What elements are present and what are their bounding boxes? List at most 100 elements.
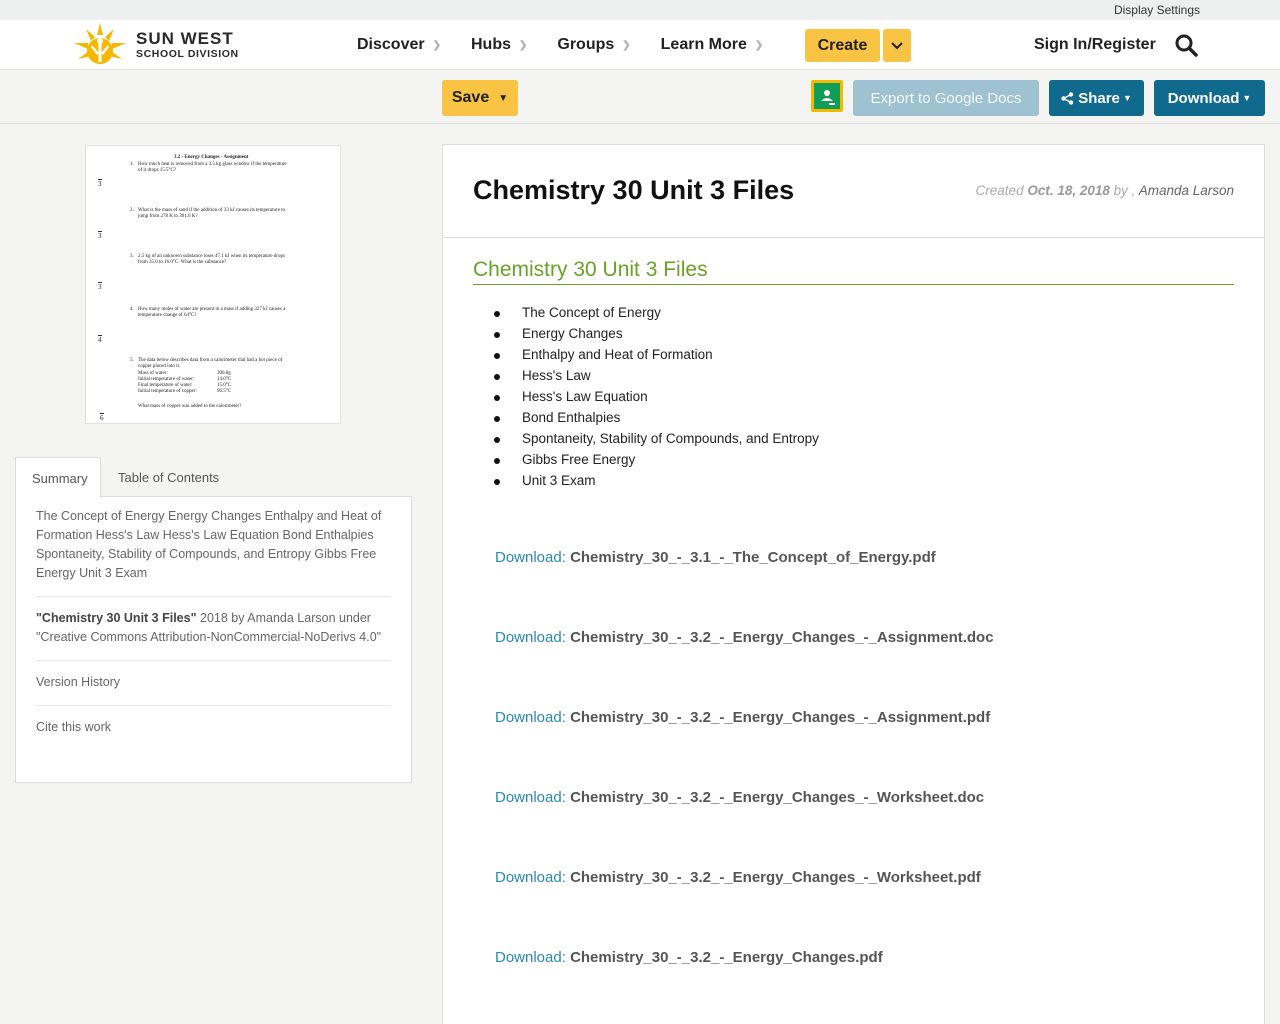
main-navbar: SUN WEST SCHOOL DIVISION Discover ❯ Hubs… — [0, 20, 1280, 70]
created-prefix: Created — [975, 183, 1024, 198]
thumb-q-num: 3. — [130, 254, 134, 259]
author-link[interactable]: Amanda Larson — [1139, 183, 1234, 198]
cite-this-work-link[interactable]: Cite this work — [36, 718, 391, 750]
version-history-link[interactable]: Version History — [36, 673, 391, 706]
nav-label: Hubs — [470, 36, 511, 53]
thumb-q-text: temperature change of 64°C? — [138, 313, 197, 318]
brand-name: SUN WEST — [136, 29, 234, 49]
nav-label: Discover — [357, 36, 425, 53]
download-row: Download: Chemistry_30_-_3.2_-_Energy_Ch… — [495, 709, 990, 726]
created-meta: Created Oct. 18, 2018 by , Amanda Larson — [976, 183, 1234, 198]
chevron-down-icon: ❯ — [518, 39, 528, 51]
display-settings-link[interactable]: Display Settings — [1114, 3, 1200, 17]
resource-content: Chemistry 30 Unit 3 Files Created Oct. 1… — [442, 144, 1265, 1024]
google-classroom-icon[interactable] — [811, 80, 843, 112]
site-logo[interactable]: SUN WEST SCHOOL DIVISION — [70, 20, 239, 70]
thumb-q-text: What is the mass of sand if the addition… — [138, 208, 286, 213]
section-heading: Chemistry 30 Unit 3 Files — [473, 258, 1234, 285]
download-row: Download: Chemistry_30_-_3.2_-_Energy_Ch… — [495, 629, 994, 646]
caret-down-icon: ▼ — [1242, 93, 1252, 103]
thumb-table-value: 15.0°C — [217, 383, 232, 388]
summary-text: The Concept of Energy Energy Changes Ent… — [36, 507, 391, 597]
nav-learn-more[interactable]: Learn More ❯ — [661, 36, 764, 54]
share-button[interactable]: Share ▼ — [1049, 80, 1144, 116]
create-button[interactable]: Create — [805, 29, 880, 62]
topic-list: The Concept of Energy Energy Changes Ent… — [494, 305, 819, 494]
thumb-q-num: 5. — [130, 358, 134, 363]
created-date: Oct. 18, 2018 — [1027, 183, 1110, 198]
thumb-table-value: 96.5°C — [217, 389, 232, 394]
thumb-q-text: How much heat is removed from a 3.5 kg g… — [138, 162, 287, 167]
nav-discover[interactable]: Discover ❯ — [357, 36, 441, 54]
primary-nav: Discover ❯ Hubs ❯ Groups ❯ Learn More ❯ — [357, 20, 793, 70]
signin-register-link[interactable]: Sign In/Register — [1034, 36, 1156, 54]
nav-hubs[interactable]: Hubs ❯ — [471, 36, 527, 54]
download-link[interactable]: Download: — [495, 629, 566, 646]
list-item: Unit 3 Exam — [494, 473, 819, 494]
thumb-q-text: jump from 278 K to 301.6 K? — [138, 214, 198, 219]
thumb-score: 6 — [100, 413, 104, 422]
download-button[interactable]: Download ▼ — [1154, 80, 1265, 116]
download-link[interactable]: Download: — [495, 869, 566, 886]
download-filename[interactable]: Chemistry_30_-_3.2_-_Energy_Changes_-_As… — [570, 709, 990, 726]
share-label: Share — [1078, 89, 1120, 107]
tab-summary[interactable]: Summary — [15, 457, 101, 498]
download-label: Download — [1167, 89, 1240, 107]
document-thumbnail[interactable]: 3.2 - Energy Changes - Assignment 1. How… — [85, 145, 341, 424]
create-menu-toggle[interactable] — [883, 29, 911, 62]
thumb-table-label: Final temperature of water: — [138, 383, 193, 388]
download-link[interactable]: Download: — [495, 789, 566, 806]
list-item: Hess's Law — [494, 368, 819, 389]
nav-groups[interactable]: Groups ❯ — [557, 36, 630, 54]
save-button[interactable]: Save ▼ — [442, 80, 518, 116]
thumb-score: 3 — [98, 231, 102, 240]
thumb-q-num: 4. — [130, 307, 134, 312]
thumb-q-text: How many moles of water are present in a… — [138, 307, 286, 312]
caret-down-icon: ▼ — [1122, 93, 1132, 103]
download-link[interactable]: Download: — [495, 549, 566, 566]
list-item: Hess's Law Equation — [494, 389, 819, 410]
resource-header: Chemistry 30 Unit 3 Files Created Oct. 1… — [443, 145, 1264, 238]
nav-label: Learn More — [660, 36, 747, 53]
download-filename[interactable]: Chemistry_30_-_3.2_-_Energy_Changes.pdf — [570, 949, 883, 966]
download-filename[interactable]: Chemistry_30_-_3.2_-_Energy_Changes_-_As… — [570, 629, 994, 646]
credit-title: "Chemistry 30 Unit 3 Files" — [36, 611, 197, 625]
list-item: Energy Changes — [494, 326, 819, 347]
search-icon[interactable] — [1174, 33, 1198, 57]
summary-panel: The Concept of Energy Energy Changes Ent… — [15, 496, 412, 783]
download-filename[interactable]: Chemistry_30_-_3.1_-_The_Concept_of_Ener… — [570, 549, 936, 566]
sidebar-tabs: Summary Table of Contents — [15, 457, 412, 498]
nav-label: Groups — [557, 36, 615, 53]
thumb-q-text: 2.5 kg of an unknown substance loses 47.… — [138, 254, 285, 259]
download-link[interactable]: Download: — [495, 709, 566, 726]
download-row: Download: Chemistry_30_-_3.1_-_The_Conce… — [495, 549, 936, 566]
list-item: Bond Enthalpies — [494, 410, 819, 431]
thumb-q-num: 1. — [130, 162, 134, 167]
chevron-down-icon — [891, 41, 903, 49]
download-link[interactable]: Download: — [495, 949, 566, 966]
download-row: Download: Chemistry_30_-_3.2_-_Energy_Ch… — [495, 789, 984, 806]
thumb-q-num: 2. — [130, 208, 134, 213]
download-filename[interactable]: Chemistry_30_-_3.2_-_Energy_Changes_-_Wo… — [570, 789, 984, 806]
export-google-docs-button[interactable]: Export to Google Docs — [853, 80, 1039, 116]
thumb-score: 3 — [98, 179, 102, 188]
license-credit: "Chemistry 30 Unit 3 Files" 2018 by Aman… — [36, 609, 391, 661]
thumb-score: 4 — [98, 335, 102, 344]
thumb-q-text: copper placed into it. — [138, 364, 181, 369]
download-filename[interactable]: Chemistry_30_-_3.2_-_Energy_Changes_-_Wo… — [570, 869, 981, 886]
thumb-title: 3.2 - Energy Changes - Assignment — [174, 155, 249, 160]
download-row: Download: Chemistry_30_-_3.2_-_Energy_Ch… — [495, 869, 981, 886]
list-item: Spontaneity, Stability of Compounds, and… — [494, 431, 819, 452]
chevron-down-icon: ❯ — [622, 39, 631, 51]
thumb-score: 3 — [98, 282, 102, 291]
thumb-q-text: of it drops 15.5°C? — [138, 168, 177, 173]
download-row: Download: Chemistry_30_-_3.2_-_Energy_Ch… — [495, 949, 883, 966]
thumb-q-text: The data below describes data from a cal… — [138, 358, 283, 363]
thumb-table-value: 300.0g — [217, 371, 231, 376]
thumb-final-question: What mass of copper was added to the cal… — [138, 404, 242, 409]
sun-logo-icon — [70, 21, 130, 69]
thumb-table-value: 14.0°C — [217, 377, 232, 382]
tab-table-of-contents[interactable]: Table of Contents — [102, 457, 235, 497]
list-item: Enthalpy and Heat of Formation — [494, 347, 819, 368]
chevron-down-icon: ❯ — [754, 39, 764, 51]
